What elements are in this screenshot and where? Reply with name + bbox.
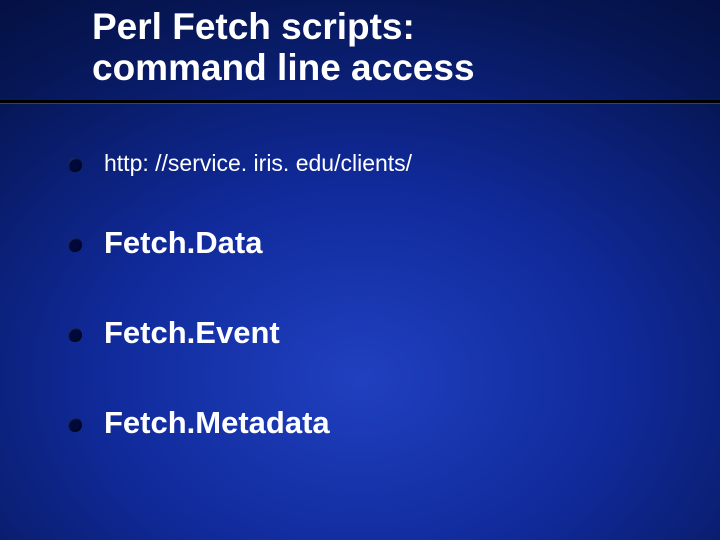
slide-title: Perl Fetch scripts: command line access: [92, 6, 680, 89]
slide: Perl Fetch scripts: command line access …: [0, 0, 720, 540]
bullet-fetch-data-text: Fetch.Data: [104, 225, 262, 261]
bullet-url-text: http: //service. iris. edu/clients/: [104, 150, 412, 177]
bullet-url: http: //service. iris. edu/clients/: [68, 150, 412, 177]
bullet-fetch-event-text: Fetch.Event: [104, 315, 280, 351]
slide-title-block: Perl Fetch scripts: command line access: [92, 6, 680, 89]
bullet-icon: [68, 238, 82, 252]
bullet-fetch-event: Fetch.Event: [68, 315, 280, 351]
slide-title-line1: Perl Fetch scripts:: [92, 6, 415, 47]
bullet-fetch-metadata: Fetch.Metadata: [68, 405, 330, 441]
bullet-icon: [68, 328, 82, 342]
title-divider: [0, 100, 720, 103]
bullet-icon: [68, 418, 82, 432]
bullet-icon: [68, 158, 82, 172]
bullet-fetch-data: Fetch.Data: [68, 225, 262, 261]
bullet-fetch-metadata-text: Fetch.Metadata: [104, 405, 330, 441]
slide-title-line2: command line access: [92, 47, 475, 88]
